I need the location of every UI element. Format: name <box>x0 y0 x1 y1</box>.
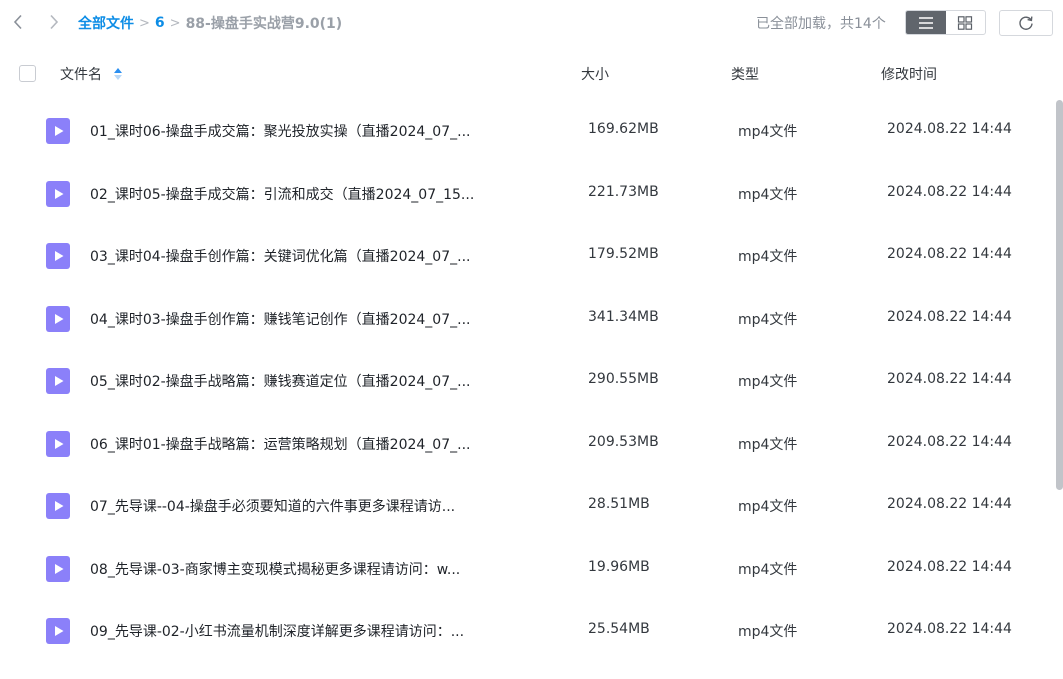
file-browser: 全部文件 > 6 > 88-操盘手实战营9.0(1) 已全部加载，共14个 文件… <box>0 0 1063 679</box>
table-header: 文件名 大小 类型 修改时间 <box>0 54 1050 92</box>
breadcrumb-root[interactable]: 全部文件 <box>78 13 134 33</box>
refresh-button[interactable] <box>999 10 1053 36</box>
file-size: 28.51MB <box>588 496 650 512</box>
file-modified-time: 2024.08.22 14:44 <box>887 308 1012 325</box>
file-modified-time: 2024.08.22 14:44 <box>887 121 1012 137</box>
file-modified-time: 2024.08.22 14:44 <box>887 496 1012 512</box>
file-type: mp4文件 <box>738 374 798 390</box>
video-file-icon <box>46 180 70 207</box>
chevron-left-icon <box>13 14 22 30</box>
breadcrumb-separator: > <box>169 15 181 31</box>
file-name[interactable]: 05_课时02-操盘手战略篇：赚钱赛道定位（直播2024_07_... <box>90 371 495 391</box>
grid-view-icon <box>958 15 973 30</box>
file-modified-time: 2024.08.22 14:44 <box>887 558 1012 575</box>
file-row[interactable]: 08_先导课-03-商家博主变现模式揭秘更多课程请访问：w... 19.96MB… <box>0 538 1050 601</box>
file-type: mp4文件 <box>738 561 798 578</box>
file-name[interactable]: 09_先导课-02-小红书流量机制深度详解更多课程请访问：... <box>90 621 495 641</box>
file-row[interactable]: 02_课时05-操盘手成交篇：引流和成交（直播2024_07_15... 221… <box>0 163 1050 226</box>
grid-view-button[interactable] <box>946 11 986 34</box>
file-type: mp4文件 <box>738 499 798 515</box>
load-status: 已全部加载，共14个 <box>756 16 886 32</box>
select-all-checkbox[interactable] <box>19 65 36 82</box>
file-type: mp4文件 <box>738 436 798 453</box>
file-type: mp4文件 <box>738 249 798 265</box>
file-size: 341.34MB <box>588 308 659 325</box>
file-modified-time: 2024.08.22 14:44 <box>887 246 1012 262</box>
file-modified-time: 2024.08.22 14:44 <box>887 621 1012 637</box>
file-row[interactable]: 01_课时06-操盘手成交篇：聚光投放实操（直播2024_07_... 169.… <box>0 100 1050 163</box>
file-size: 169.62MB <box>588 121 659 137</box>
video-file-icon <box>46 618 70 644</box>
file-size: 209.53MB <box>588 433 659 450</box>
file-modified-time: 2024.08.22 14:44 <box>887 371 1012 387</box>
back-button[interactable] <box>5 8 31 36</box>
file-modified-time: 2024.08.22 14:44 <box>887 183 1012 200</box>
video-file-icon <box>46 118 70 144</box>
file-type: mp4文件 <box>738 124 798 140</box>
file-row[interactable]: 06_课时01-操盘手战略篇：运营策略规划（直播2024_07_... 209.… <box>0 413 1050 476</box>
breadcrumb-current: 88-操盘手实战营9.0(1) <box>185 16 343 32</box>
file-name[interactable]: 07_先导课--04-操盘手必须要知道的六件事更多课程请访... <box>90 496 495 516</box>
column-header-name[interactable]: 文件名 <box>60 64 122 84</box>
file-type: mp4文件 <box>738 624 798 640</box>
file-row[interactable]: 04_课时03-操盘手创作篇：赚钱笔记创作（直播2024_07_... 341.… <box>0 288 1050 351</box>
list-view-icon <box>918 16 933 29</box>
column-header-size[interactable]: 大小 <box>581 64 609 84</box>
top-bar: 全部文件 > 6 > 88-操盘手实战营9.0(1) 已全部加载，共14个 <box>0 0 1063 46</box>
video-file-icon <box>46 243 70 269</box>
file-list: 01_课时06-操盘手成交篇：聚光投放实操（直播2024_07_... 169.… <box>0 100 1050 679</box>
breadcrumb-folder-6[interactable]: 6 <box>155 15 165 31</box>
file-size: 19.96MB <box>588 558 650 575</box>
scrollbar-thumb[interactable] <box>1056 100 1063 490</box>
file-modified-time: 2024.08.22 14:44 <box>887 433 1012 450</box>
video-file-icon <box>46 555 70 582</box>
list-view-button[interactable] <box>906 11 946 34</box>
file-size: 179.52MB <box>588 246 659 262</box>
view-toggle <box>905 10 986 35</box>
file-size: 221.73MB <box>588 183 659 200</box>
file-row[interactable]: 03_课时04-操盘手创作篇：关键词优化篇（直播2024_07_... 179.… <box>0 225 1050 288</box>
file-type: mp4文件 <box>738 311 798 328</box>
file-name[interactable]: 04_课时03-操盘手创作篇：赚钱笔记创作（直播2024_07_... <box>90 309 495 329</box>
file-name[interactable]: 02_课时05-操盘手成交篇：引流和成交（直播2024_07_15... <box>90 184 495 204</box>
video-file-icon <box>46 430 70 457</box>
column-header-name-label: 文件名 <box>60 67 102 83</box>
file-name[interactable]: 08_先导课-03-商家博主变现模式揭秘更多课程请访问：w... <box>90 559 495 579</box>
file-name[interactable]: 06_课时01-操盘手战略篇：运营策略规划（直播2024_07_... <box>90 434 495 454</box>
file-size: 25.54MB <box>588 621 650 637</box>
video-file-icon <box>46 493 70 519</box>
file-type: mp4文件 <box>738 186 798 203</box>
file-name[interactable]: 03_课时04-操盘手创作篇：关键词优化篇（直播2024_07_... <box>90 246 495 266</box>
video-file-icon <box>46 368 70 394</box>
chevron-right-icon <box>50 14 59 30</box>
breadcrumb: 全部文件 > 6 > 88-操盘手实战营9.0(1) <box>78 12 342 34</box>
video-file-icon <box>46 305 70 332</box>
breadcrumb-separator: > <box>139 15 150 31</box>
file-row[interactable]: 07_先导课--04-操盘手必须要知道的六件事更多课程请访... 28.51MB… <box>0 475 1050 538</box>
refresh-icon <box>1019 16 1033 30</box>
column-header-time[interactable]: 修改时间 <box>881 64 937 84</box>
file-row[interactable]: 09_先导课-02-小红书流量机制深度详解更多课程请访问：... 25.54MB… <box>0 600 1050 663</box>
file-size: 290.55MB <box>588 371 659 387</box>
sort-ascending-icon <box>114 68 122 80</box>
forward-button[interactable] <box>41 8 67 36</box>
column-header-type[interactable]: 类型 <box>731 64 759 84</box>
file-name[interactable]: 01_课时06-操盘手成交篇：聚光投放实操（直播2024_07_... <box>90 121 495 141</box>
file-row[interactable]: 05_课时02-操盘手战略篇：赚钱赛道定位（直播2024_07_... 290.… <box>0 350 1050 413</box>
